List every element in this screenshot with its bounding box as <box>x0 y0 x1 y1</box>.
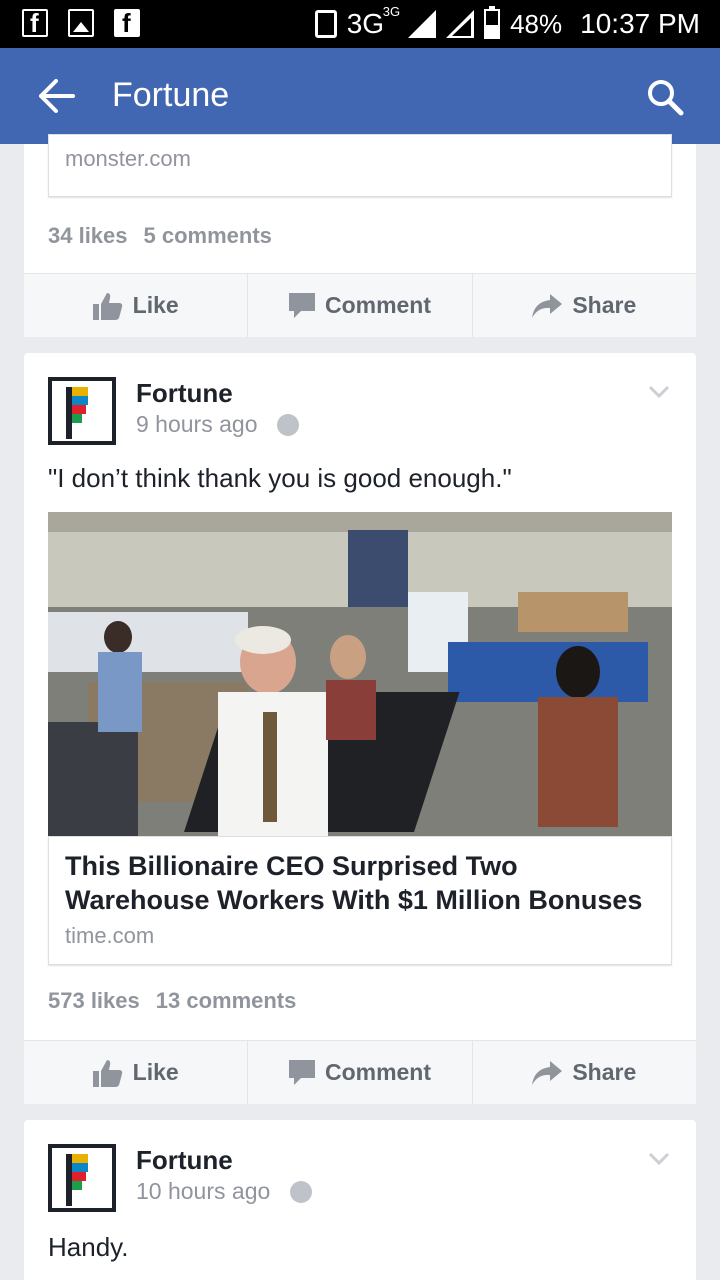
post-text: Handy. <box>48 1232 129 1262</box>
gallery-icon <box>68 9 94 37</box>
comments-count[interactable]: 5 comments <box>144 223 272 249</box>
comment-icon <box>288 1059 315 1085</box>
like-button[interactable]: Like <box>24 274 249 337</box>
chevron-down-icon[interactable] <box>648 385 670 399</box>
thumbs-up-icon <box>92 292 122 320</box>
post-meta: 10 hours ago <box>136 1178 313 1205</box>
link-image[interactable] <box>48 512 672 836</box>
page-name[interactable]: Fortune <box>136 378 233 409</box>
battery-icon <box>484 6 501 39</box>
link-source: monster.com <box>65 146 191 171</box>
post-time[interactable]: 9 hours ago <box>136 411 257 438</box>
link-title: This Billionaire CEO Surprised Two Wareh… <box>65 851 643 915</box>
vibrate-icon <box>314 10 337 38</box>
search-icon[interactable] <box>646 78 684 116</box>
system-indicators: 3G 3G 48% 10:37 PM <box>314 4 700 40</box>
signal-icon <box>408 10 437 38</box>
share-button[interactable]: Share <box>473 1041 696 1104</box>
feed-post: monster.com 34 likes 5 comments Like Com… <box>24 134 696 337</box>
post-text: "I don’t think thank you is good enough.… <box>48 463 512 493</box>
clock: 10:37 PM <box>580 8 700 39</box>
notification-icons <box>22 8 140 39</box>
comment-button[interactable]: Comment <box>248 274 473 337</box>
back-arrow-icon[interactable] <box>36 78 76 114</box>
page-name[interactable]: Fortune <box>136 1145 233 1176</box>
battery-percent: 48% <box>510 8 563 39</box>
post-stats: 34 likes 5 comments <box>48 223 272 249</box>
avatar[interactable] <box>48 1144 116 1212</box>
like-button[interactable]: Like <box>24 1041 249 1104</box>
link-source: time.com <box>65 923 155 948</box>
warehouse-photo <box>48 512 672 836</box>
comment-button[interactable]: Comment <box>248 1041 473 1104</box>
likes-count[interactable]: 573 likes <box>48 988 140 1014</box>
fortune-logo-icon <box>66 387 88 439</box>
post-time[interactable]: 10 hours ago <box>136 1178 270 1205</box>
globe-icon <box>290 1180 313 1203</box>
post-meta: 9 hours ago <box>136 411 300 438</box>
action-bar: Like Comment Share <box>24 1040 696 1104</box>
comment-icon <box>288 292 315 318</box>
share-icon <box>532 1060 563 1085</box>
link-preview[interactable]: This Billionaire CEO Surprised Two Wareh… <box>48 836 672 965</box>
likes-count[interactable]: 34 likes <box>48 223 128 249</box>
network-type: 3G 3G <box>346 4 401 39</box>
page-title: Fortune <box>112 76 230 114</box>
comments-count[interactable]: 13 comments <box>156 988 297 1014</box>
chevron-down-icon[interactable] <box>648 1152 670 1166</box>
feed-post: Fortune 9 hours ago "I don’t think thank… <box>24 353 696 1104</box>
fortune-logo-icon <box>66 1154 88 1206</box>
thumbs-up-icon <box>92 1059 122 1087</box>
action-bar: Like Comment Share <box>24 273 696 337</box>
feed-post: Fortune 10 hours ago Handy. <box>24 1120 696 1280</box>
globe-icon <box>277 413 300 436</box>
share-button[interactable]: Share <box>473 274 696 337</box>
signal-icon <box>446 10 475 38</box>
link-preview[interactable]: monster.com <box>48 134 672 197</box>
post-stats: 573 likes 13 comments <box>48 988 296 1014</box>
facebook-icon <box>22 8 48 39</box>
avatar[interactable] <box>48 377 116 445</box>
app-bar: Fortune <box>0 48 720 144</box>
status-bar: 3G3G 48% 10:37 PM <box>0 0 720 48</box>
facebook-icon <box>114 8 140 39</box>
share-icon <box>532 293 563 318</box>
